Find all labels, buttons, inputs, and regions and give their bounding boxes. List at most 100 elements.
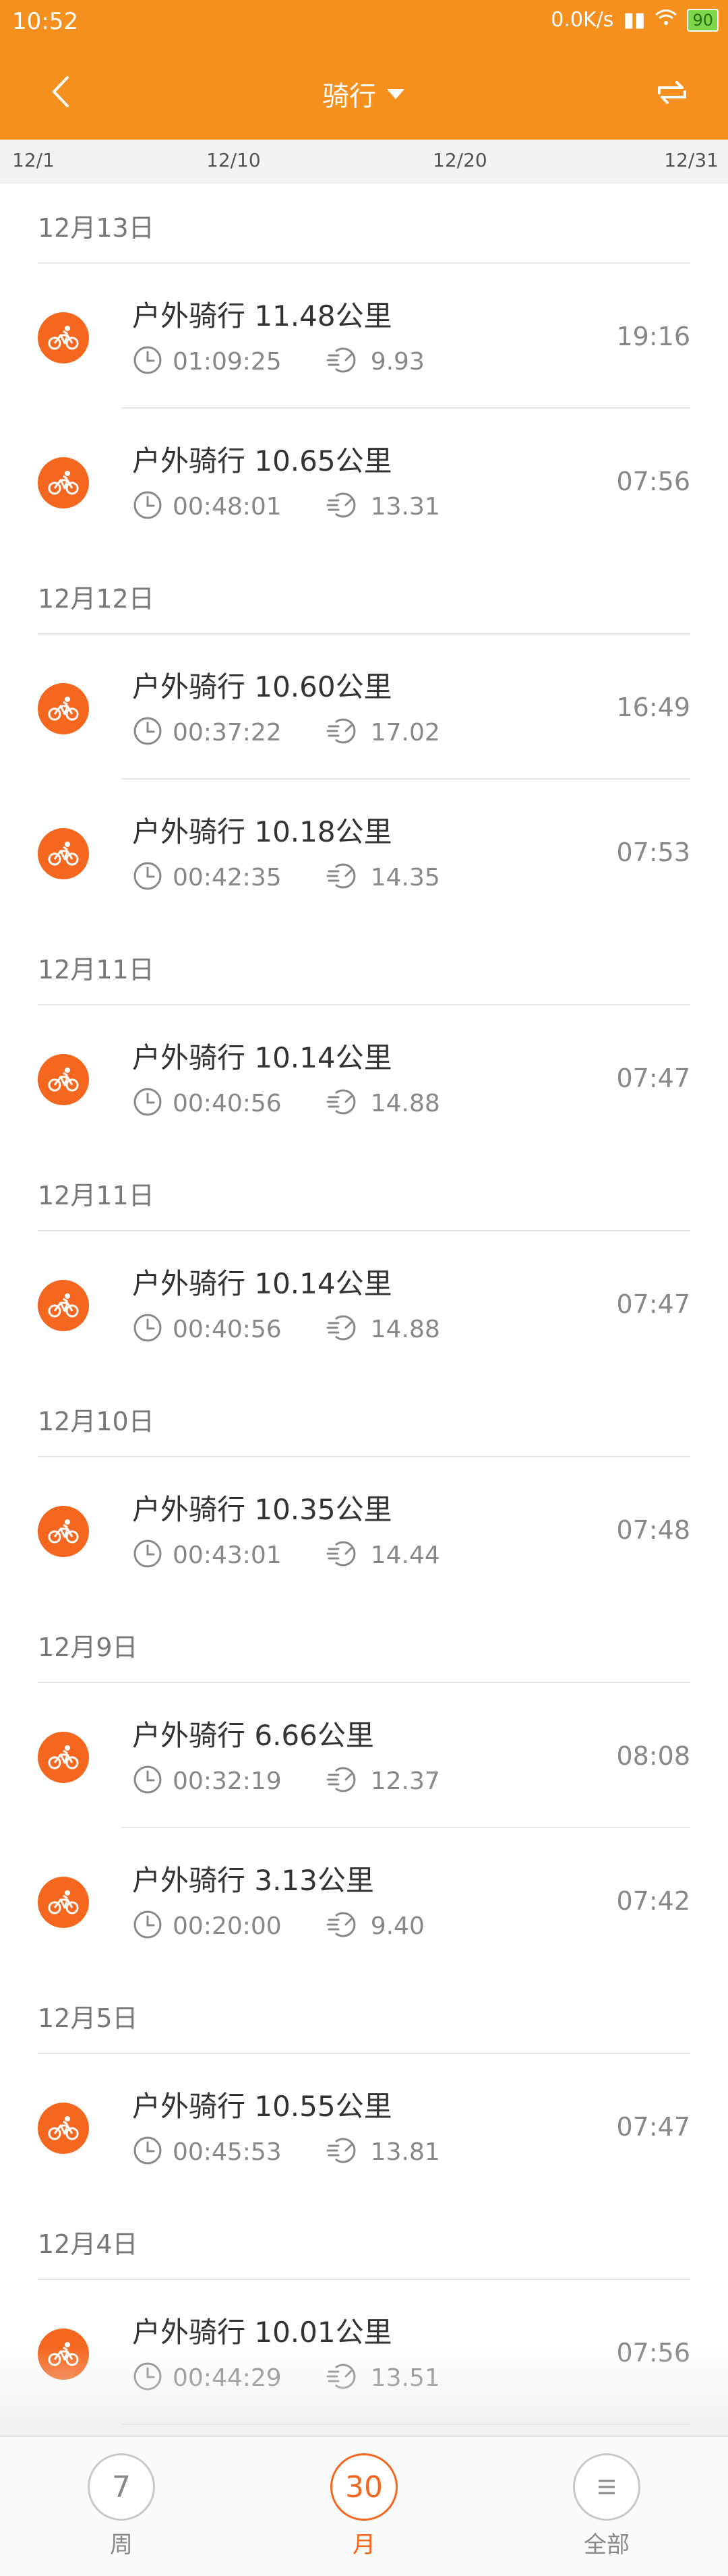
record-duration: 01:09:25 xyxy=(173,347,282,376)
app-header: 10:52 0.0K/s ▮▮ 90 骑行 xyxy=(0,0,728,140)
record-speed: 17.02 xyxy=(370,718,440,747)
clock-icon xyxy=(132,345,163,378)
activity-record[interactable]: 户外骑行 3.13公里 00:20:00 9.40 07:42 xyxy=(0,1828,728,1973)
record-meta: 00:32:19 12.37 xyxy=(132,1764,440,1798)
tab-all[interactable]: 全部 xyxy=(559,2453,654,2559)
clock-icon xyxy=(132,1312,163,1346)
tab-week-label: 周 xyxy=(110,2531,133,2558)
bicycle-icon xyxy=(38,1054,89,1105)
activity-record[interactable]: 户外骑行 10.18公里 00:42:35 14.35 07:53 xyxy=(0,780,728,925)
record-duration: 00:43:01 xyxy=(173,1541,282,1569)
date-label: 12月13日 xyxy=(38,213,154,243)
date-header: 12月11日 xyxy=(0,1150,728,1231)
activity-record[interactable]: 户外骑行 10.60公里 00:37:22 17.02 16:49 xyxy=(0,635,728,780)
record-speed: 14.44 xyxy=(370,1541,440,1569)
bicycle-icon xyxy=(38,1877,89,1928)
record-meta: 00:37:22 17.02 xyxy=(132,715,440,749)
clock-icon xyxy=(132,490,163,523)
speed-icon xyxy=(326,860,361,894)
swap-icon xyxy=(658,81,686,104)
record-title: 户外骑行 11.48公里 xyxy=(132,299,392,332)
tab-all-circle xyxy=(573,2453,640,2521)
clock-icon xyxy=(132,715,163,749)
bicycle-icon xyxy=(38,683,89,734)
bicycle-icon xyxy=(38,1280,89,1331)
clock-icon xyxy=(132,1086,163,1120)
battery-indicator: 90 xyxy=(687,8,719,32)
record-speed: 13.31 xyxy=(370,492,440,521)
scale-label: 12/31 xyxy=(664,149,719,171)
bicycle-icon xyxy=(38,1506,89,1557)
speed-icon xyxy=(326,1909,361,1943)
bicycle-icon xyxy=(38,457,89,508)
record-duration: 00:40:56 xyxy=(173,1089,282,1117)
tab-week[interactable]: 7 周 xyxy=(74,2453,169,2559)
record-title: 户外骑行 10.14公里 xyxy=(132,1041,392,1074)
date-label: 12月11日 xyxy=(38,955,154,985)
record-meta: 00:40:56 14.88 xyxy=(132,1312,440,1346)
bicycle-icon xyxy=(38,828,89,879)
activity-record[interactable]: 户外骑行 10.65公里 00:48:01 13.31 07:56 xyxy=(0,409,728,554)
record-meta: 00:42:35 14.35 xyxy=(132,860,440,894)
tab-month-label: 月 xyxy=(353,2531,375,2558)
record-time: 07:47 xyxy=(616,1289,690,1319)
record-speed: 9.93 xyxy=(370,347,425,376)
record-duration: 00:42:35 xyxy=(173,863,282,891)
record-duration: 00:48:01 xyxy=(173,492,282,521)
record-title: 户外骑行 10.01公里 xyxy=(132,2316,392,2349)
status-time: 10:52 xyxy=(12,8,78,35)
record-duration: 00:45:53 xyxy=(173,2138,282,2166)
record-time: 07:47 xyxy=(616,1063,690,1093)
speed-icon xyxy=(326,1086,361,1120)
record-duration: 00:37:22 xyxy=(173,718,282,747)
scale-label: 12/10 xyxy=(206,149,261,171)
date-label: 12月4日 xyxy=(38,2229,138,2259)
record-duration: 00:40:56 xyxy=(173,1315,282,1343)
bottom-fade xyxy=(0,2347,728,2441)
bicycle-icon xyxy=(38,2103,89,2154)
page-title: 骑行 xyxy=(322,81,376,112)
record-title: 户外骑行 10.60公里 xyxy=(132,670,392,703)
activity-record[interactable]: 户外骑行 6.66公里 00:32:19 12.37 08:08 xyxy=(0,1683,728,1828)
date-scale: 12/1 12/10 12/20 12/31 xyxy=(0,140,728,183)
menu-icon xyxy=(599,2480,615,2494)
tab-week-circle: 7 xyxy=(88,2453,155,2521)
date-header: 12月12日 xyxy=(0,554,728,635)
activity-record[interactable]: 户外骑行 10.14公里 00:40:56 14.88 07:47 xyxy=(0,1005,728,1150)
speed-icon xyxy=(326,2135,361,2169)
record-time: 07:47 xyxy=(616,2112,690,2142)
activity-record[interactable]: 户外骑行 10.14公里 00:40:56 14.88 07:47 xyxy=(0,1231,728,1376)
tab-month[interactable]: 30 月 xyxy=(317,2453,411,2559)
record-speed: 12.37 xyxy=(370,1767,440,1795)
speed-icon xyxy=(326,1312,361,1346)
date-header: 12月4日 xyxy=(0,2199,728,2280)
activity-list[interactable]: 12月13日 户外骑行 11.48公里 01:09:25 9.93 19:16 户外骑行 … xyxy=(0,183,728,2425)
speed-icon xyxy=(326,1538,361,1572)
record-duration: 00:32:19 xyxy=(173,1767,282,1795)
tab-all-label: 全部 xyxy=(584,2531,630,2558)
activity-record[interactable]: 户外骑行 10.55公里 00:45:53 13.81 07:47 xyxy=(0,2054,728,2199)
clock-icon xyxy=(132,2135,163,2169)
caret-down-icon xyxy=(387,89,404,99)
record-meta: 00:40:56 14.88 xyxy=(132,1086,440,1120)
signal-icon: ▮▮ xyxy=(623,8,646,32)
record-time: 07:53 xyxy=(616,838,690,867)
record-meta: 00:48:01 13.31 xyxy=(132,490,440,523)
status-bar: 10:52 0.0K/s ▮▮ 90 xyxy=(0,0,728,47)
switch-button[interactable] xyxy=(654,74,690,111)
record-time: 16:49 xyxy=(616,693,690,722)
activity-record[interactable]: 户外骑行 10.35公里 00:43:01 14.44 07:48 xyxy=(0,1457,728,1602)
record-title: 户外骑行 3.13公里 xyxy=(132,1864,374,1897)
record-title: 户外骑行 10.55公里 xyxy=(132,2090,392,2123)
date-label: 12月9日 xyxy=(38,1633,138,1662)
scale-label: 12/20 xyxy=(433,149,487,171)
record-speed: 14.88 xyxy=(370,1315,440,1343)
clock-icon xyxy=(132,1764,163,1798)
wifi-icon xyxy=(655,8,677,32)
scale-label: 12/1 xyxy=(12,149,55,171)
activity-record[interactable]: 户外骑行 11.48公里 01:09:25 9.93 19:16 xyxy=(0,264,728,409)
clock-icon xyxy=(132,1909,163,1943)
record-time: 07:42 xyxy=(616,1886,690,1916)
net-speed: 0.0K/s xyxy=(551,8,614,32)
sport-type-selector[interactable]: 骑行 xyxy=(0,74,728,113)
